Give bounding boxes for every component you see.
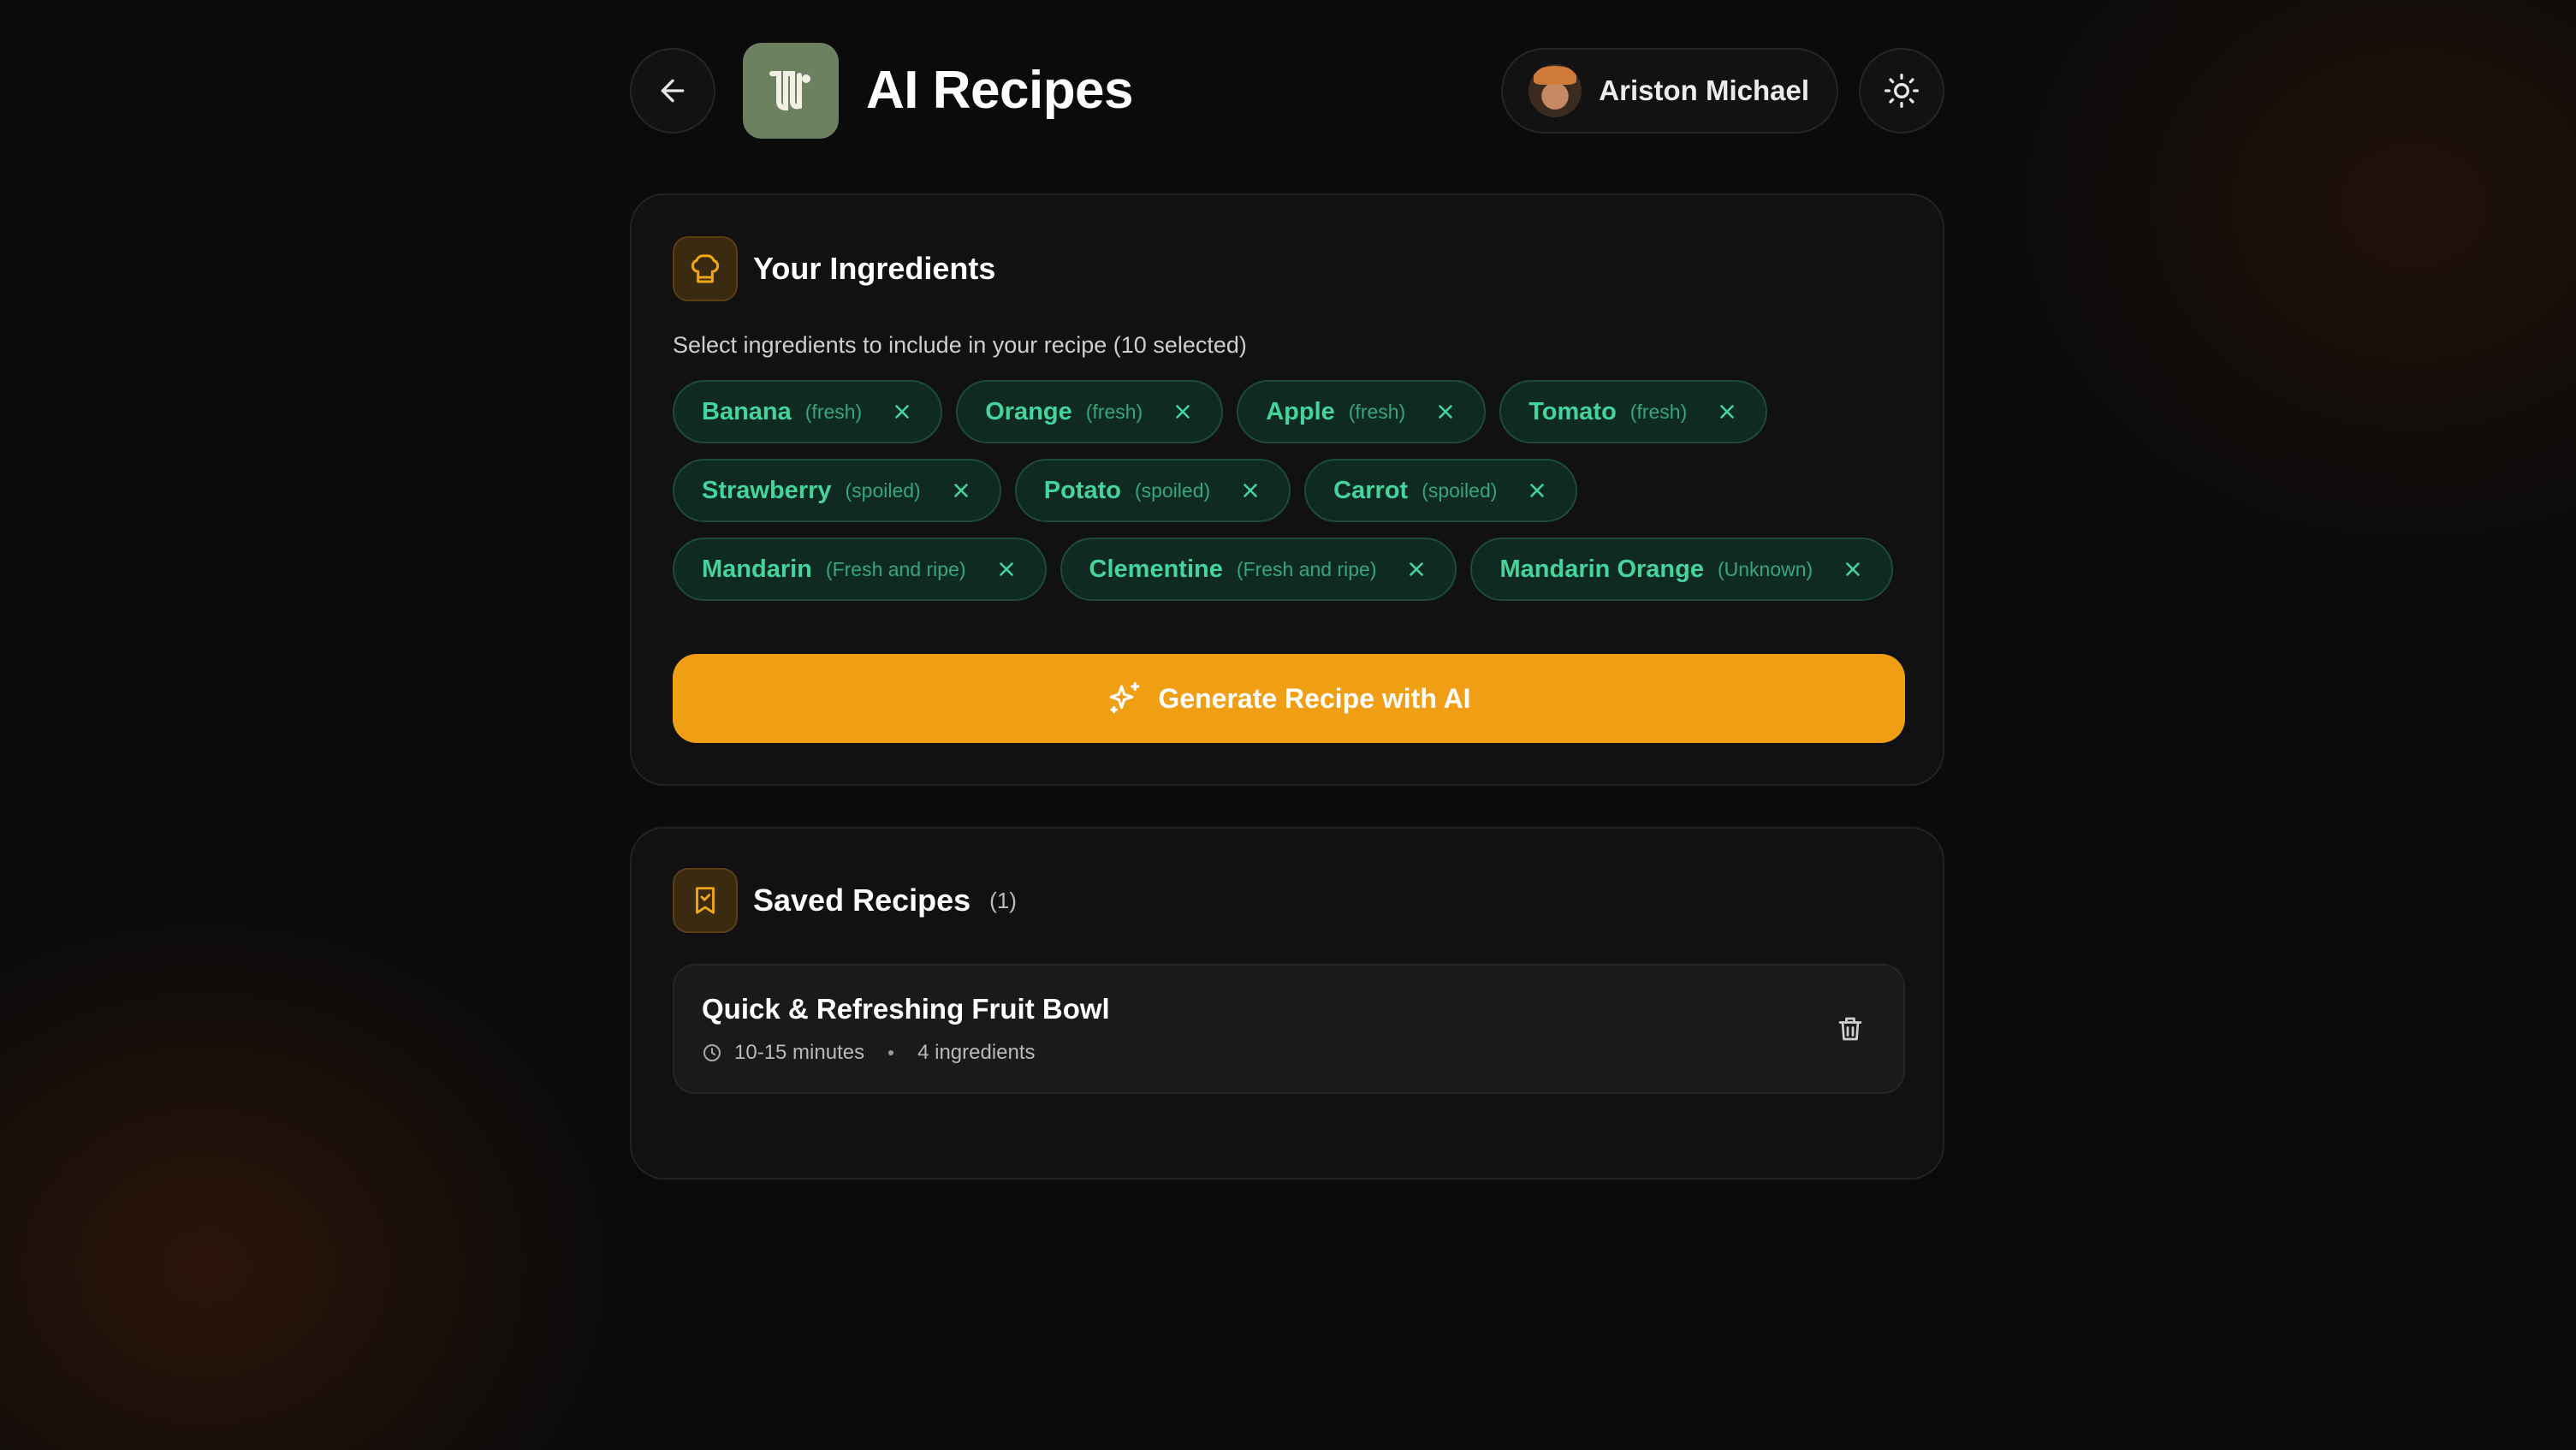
- chip-state: (fresh): [804, 400, 863, 423]
- chef-hat-icon: [691, 254, 720, 283]
- x-icon: [1720, 405, 1735, 419]
- generate-label: Generate Recipe with AI: [1158, 682, 1471, 714]
- chip-state: (fresh): [1348, 400, 1406, 423]
- ingredient-chip[interactable]: Clementine (Fresh and ripe): [1059, 538, 1457, 601]
- x-icon: [895, 405, 910, 419]
- remove-chip-button[interactable]: [1842, 558, 1864, 580]
- remove-chip-button[interactable]: [1239, 479, 1261, 502]
- x-icon: [1846, 562, 1861, 576]
- x-icon: [1243, 484, 1257, 497]
- chip-name: Tomato: [1528, 397, 1617, 425]
- ingredients-subtitle: Select ingredients to include in your re…: [673, 332, 1247, 358]
- x-icon: [1176, 405, 1190, 419]
- x-icon: [999, 562, 1013, 576]
- theme-toggle-button[interactable]: [1859, 48, 1944, 134]
- saved-recipes-card: Saved Recipes (1) Quick & Refreshing Fru…: [630, 827, 1944, 1180]
- chip-state: (Fresh and ripe): [825, 557, 966, 580]
- x-icon: [1439, 405, 1453, 419]
- remove-chip-button[interactable]: [1716, 401, 1738, 423]
- chip-state: (Fresh and ripe): [1236, 557, 1377, 580]
- page-title: AI Recipes: [866, 61, 1134, 120]
- chip-state: (spoiled): [845, 478, 921, 502]
- chip-name: Orange: [985, 397, 1072, 425]
- delete-recipe-button[interactable]: [1835, 1013, 1866, 1049]
- ingredient-chip[interactable]: Strawberry (spoiled): [673, 459, 1001, 522]
- chip-name: Clementine: [1089, 555, 1223, 583]
- chef-hat-icon-box: [673, 236, 738, 301]
- meta-separator: [888, 1050, 894, 1055]
- ingredient-chip[interactable]: Apple (fresh): [1237, 380, 1487, 443]
- recipe-title: Quick & Refreshing Fruit Bowl: [702, 993, 1110, 1025]
- chip-state: (spoiled): [1134, 478, 1211, 502]
- generate-recipe-button[interactable]: Generate Recipe with AI: [673, 654, 1905, 743]
- app-logo: [743, 43, 839, 139]
- chip-name: Mandarin: [702, 555, 812, 583]
- user-name: Ariston Michael: [1599, 74, 1809, 106]
- remove-chip-button[interactable]: [891, 401, 913, 423]
- x-icon: [953, 484, 968, 497]
- chip-row: Mandarin (Fresh and ripe) Clementine (Fr…: [673, 538, 1905, 601]
- avatar: [1528, 64, 1582, 117]
- ingredient-chip[interactable]: Banana (fresh): [673, 380, 943, 443]
- x-icon: [1530, 484, 1545, 497]
- ingredient-chips: Banana (fresh) Orange (fresh) Apple (fre…: [673, 380, 1905, 616]
- back-button[interactable]: [630, 48, 715, 134]
- logo-mark: [769, 71, 810, 111]
- remove-chip-button[interactable]: [1526, 479, 1548, 502]
- ingredients-card: Your Ingredients Select ingredients to i…: [630, 193, 1944, 786]
- chip-name: Mandarin Orange: [1499, 555, 1704, 583]
- ingredient-chip[interactable]: Mandarin (Fresh and ripe): [673, 538, 1047, 601]
- recipe-meta: 10-15 minutes 4 ingredients: [702, 1041, 1036, 1065]
- sun-icon: [1885, 74, 1919, 108]
- user-menu[interactable]: Ariston Michael: [1501, 48, 1838, 134]
- remove-chip-button[interactable]: [1172, 401, 1194, 423]
- trash-icon: [1838, 1017, 1862, 1041]
- header: AI Recipes Ariston Michael: [630, 43, 1944, 139]
- app-container: AI Recipes Ariston Michael Your Ingredie…: [630, 43, 1944, 1180]
- remove-chip-button[interactable]: [995, 558, 1018, 580]
- saved-header: Saved Recipes (1): [673, 868, 1017, 933]
- ingredient-chip[interactable]: Orange (fresh): [956, 380, 1224, 443]
- bookmark-icon-box: [673, 868, 738, 933]
- chip-state: (fresh): [1085, 400, 1143, 423]
- ingredient-chip[interactable]: Tomato (fresh): [1499, 380, 1768, 443]
- chip-state: (Unknown): [1717, 557, 1813, 580]
- x-icon: [1410, 562, 1424, 576]
- chip-name: Apple: [1266, 397, 1335, 425]
- remove-chip-button[interactable]: [950, 479, 972, 502]
- chip-name: Banana: [702, 397, 792, 425]
- chip-state: (fresh): [1629, 400, 1688, 423]
- ingredients-header: Your Ingredients: [673, 236, 995, 301]
- recipe-time: 10-15 minutes: [734, 1041, 865, 1064]
- remove-chip-button[interactable]: [1434, 401, 1457, 423]
- chip-name: Potato: [1043, 476, 1121, 504]
- bookmark-icon: [696, 887, 715, 914]
- chip-state: (spoiled): [1422, 478, 1498, 502]
- chip-row: Strawberry (spoiled) Potato (spoiled) Ca…: [673, 459, 1905, 522]
- ingredient-chip[interactable]: Carrot (spoiled): [1304, 459, 1578, 522]
- clock-icon: [703, 1044, 721, 1061]
- chip-row: Banana (fresh) Orange (fresh) Apple (fre…: [673, 380, 1905, 443]
- ingredient-chip[interactable]: Potato (spoiled): [1014, 459, 1291, 522]
- saved-recipe-item[interactable]: Quick & Refreshing Fruit Bowl 10-15 minu…: [673, 964, 1905, 1094]
- recipe-ingredient-count: 4 ingredients: [917, 1041, 1036, 1064]
- sparkles-icon: [1110, 681, 1140, 714]
- ingredient-chip[interactable]: Mandarin Orange (Unknown): [1470, 538, 1894, 601]
- saved-count: (1): [989, 887, 1017, 913]
- chip-name: Carrot: [1333, 476, 1409, 504]
- ingredients-title: Your Ingredients: [753, 251, 996, 286]
- remove-chip-button[interactable]: [1405, 558, 1427, 580]
- saved-title: Saved Recipes: [753, 882, 971, 918]
- arrow-left-icon: [661, 79, 685, 103]
- chip-name: Strawberry: [702, 476, 832, 504]
